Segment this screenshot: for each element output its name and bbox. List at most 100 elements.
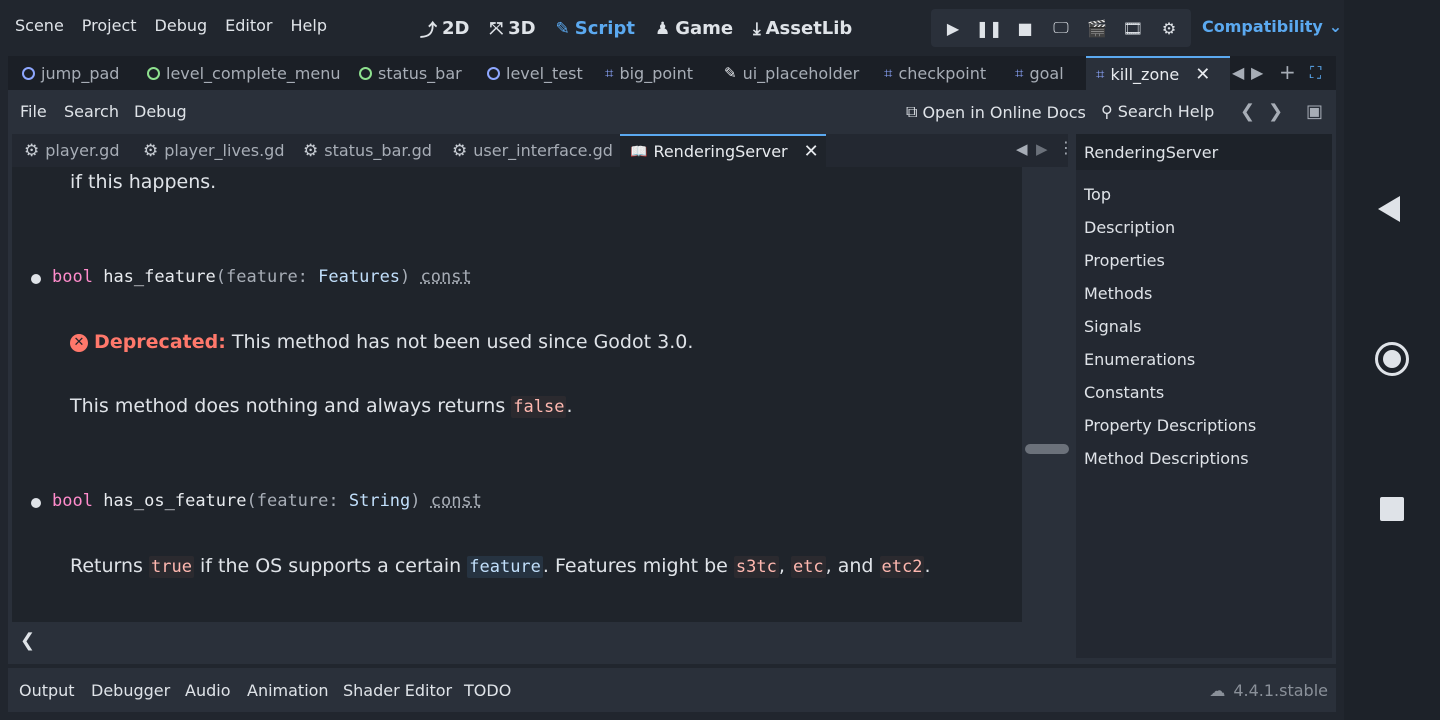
script-menu-search[interactable]: Search	[64, 102, 119, 121]
toggle-panel-icon[interactable]: ▣	[1306, 101, 1323, 122]
menu-project[interactable]: Project	[73, 14, 146, 37]
error-icon: ✕	[70, 334, 88, 352]
play-scene-icon[interactable]: 🎬	[1083, 19, 1111, 38]
method-name: has_os_feature	[103, 491, 247, 511]
scene-tab-status-bar[interactable]: status_bar	[359, 56, 462, 90]
gear-icon: ⚙	[452, 140, 468, 161]
inline-code: etc2	[879, 556, 925, 578]
const-qualifier: const	[430, 491, 482, 511]
assetlib-icon: ⤓	[753, 18, 761, 39]
bottom-tab-output[interactable]: Output	[19, 681, 75, 700]
param-type[interactable]: Features	[318, 267, 400, 287]
pause-icon[interactable]: ❚❚	[975, 19, 1003, 38]
script-tab-player-lives[interactable]: ⚙ player_lives.gd	[143, 134, 284, 167]
scene-tab-big-point[interactable]: ⌗ big_point	[605, 56, 693, 90]
renderer-select[interactable]: Compatibility ⌄	[1202, 17, 1342, 36]
scene-tab-ui-placeholder[interactable]: ✎ ui_placeholder	[724, 56, 859, 90]
scene-tab-goal[interactable]: ⌗ goal	[1015, 56, 1064, 90]
outline-item-methods[interactable]: Methods	[1084, 284, 1152, 303]
scene-tab-kill-zone[interactable]: ⌗ kill_zone ✕	[1086, 56, 1230, 90]
godot-logo-icon: ☁	[1209, 681, 1226, 700]
inline-code: true	[149, 556, 194, 578]
mode-assetlib-label: AssetLib	[765, 18, 853, 39]
outline-item-constants[interactable]: Constants	[1084, 383, 1164, 402]
outline-filter-field[interactable]: RenderingServer	[1076, 134, 1332, 170]
play-custom-scene-icon[interactable]: 🎞	[1119, 19, 1147, 38]
back-icon[interactable]	[1378, 196, 1400, 222]
version-indicator[interactable]: ☁ 4.4.1.stable	[1209, 681, 1328, 700]
mode-3d-label: 3D	[508, 18, 536, 39]
scene-tab-label: kill_zone	[1110, 64, 1180, 84]
menu-editor[interactable]: Editor	[216, 14, 281, 37]
distraction-free-icon[interactable]: ⛶	[1310, 63, 1321, 83]
script-tab-status-bar[interactable]: ⚙ status_bar.gd	[303, 134, 432, 167]
deprecated-note: ✕ Deprecated: This method has not been u…	[70, 331, 693, 353]
scene-tab-level-test[interactable]: level_test	[487, 56, 583, 90]
bottom-tab-debugger[interactable]: Debugger	[91, 681, 170, 700]
home-icon[interactable]	[1375, 342, 1409, 376]
outline-item-properties[interactable]: Properties	[1084, 251, 1165, 270]
mode-game-label: Game	[675, 18, 734, 39]
search-help-button[interactable]: ⚲ Search Help	[1101, 102, 1214, 121]
outline-item-top[interactable]: Top	[1084, 185, 1111, 204]
script-menu-file[interactable]: File	[20, 102, 47, 121]
script-menu-debug[interactable]: Debug	[134, 102, 187, 121]
movie-maker-icon[interactable]: ⚙	[1155, 19, 1183, 38]
nav-forward-icon[interactable]: ❯	[1268, 101, 1283, 122]
doc-text: if this happens.	[70, 171, 217, 193]
menu-scene[interactable]: Scene	[6, 14, 73, 37]
play-icon[interactable]: ▶	[939, 19, 967, 38]
script-tab-rendering-server[interactable]: 📖 RenderingServer ✕	[620, 134, 826, 167]
bottom-tab-animation[interactable]: Animation	[247, 681, 329, 700]
script-tab-label: RenderingServer	[653, 142, 788, 161]
param-type[interactable]: String	[349, 491, 410, 511]
script-tab-player[interactable]: ⚙ player.gd	[24, 134, 119, 167]
mode-3d-button[interactable]: ⤧ 3D	[481, 14, 543, 43]
scene-tabs: jump_pad level_complete_menu status_bar …	[8, 56, 1336, 90]
tab-scroll-right-icon[interactable]: ▶	[1251, 63, 1263, 82]
godot-editor: Scene Project Debug Editor Help ⤴ 2D ⤧ 3…	[0, 0, 1344, 720]
more-options-icon[interactable]: ⋮	[1058, 138, 1074, 157]
bottom-tab-audio[interactable]: Audio	[185, 681, 230, 700]
script-tab-user-interface[interactable]: ⚙ user_interface.gd	[452, 134, 613, 167]
toggle-scripts-panel-icon[interactable]: ❮	[20, 630, 35, 651]
tab-scroll-right-icon[interactable]: ▶	[1036, 140, 1048, 158]
stop-icon[interactable]: ■	[1011, 19, 1039, 38]
outline-item-property-descriptions[interactable]: Property Descriptions	[1084, 416, 1256, 435]
outline-item-method-descriptions[interactable]: Method Descriptions	[1084, 449, 1249, 468]
method-signature-has-feature[interactable]: bool has_feature(feature: Features) cons…	[52, 267, 472, 287]
bullet	[31, 498, 41, 508]
method-description: Returns true if the OS supports a certai…	[70, 555, 931, 578]
add-scene-icon[interactable]: +	[1279, 60, 1296, 84]
online-docs-button[interactable]: ⧉ Open in Online Docs	[906, 102, 1086, 122]
method-signature-has-os-feature[interactable]: bool has_os_feature(feature: String) con…	[52, 491, 482, 511]
scrollbar-thumb[interactable]	[1025, 444, 1069, 454]
mode-script-button[interactable]: ✎ Script	[548, 14, 643, 43]
scene-tab-level-complete-menu[interactable]: level_complete_menu	[147, 56, 341, 90]
tab-scroll-left-icon[interactable]: ◀	[1232, 63, 1244, 82]
doc-scrollbar[interactable]	[1022, 167, 1070, 622]
scene-tab-label: level_test	[506, 63, 583, 83]
bottom-tab-todo[interactable]: TODO	[464, 681, 511, 700]
nav-back-icon[interactable]: ❮	[1240, 101, 1255, 122]
remote-debug-icon[interactable]: 🖵	[1047, 18, 1075, 38]
game-icon: ♟	[654, 18, 671, 39]
return-type: bool	[52, 491, 93, 511]
menu-debug[interactable]: Debug	[146, 14, 217, 37]
close-icon[interactable]: ✕	[804, 141, 819, 162]
tab-scroll-left-icon[interactable]: ◀	[1016, 140, 1028, 158]
outline-item-signals[interactable]: Signals	[1084, 317, 1141, 336]
mode-game-button[interactable]: ♟ Game	[647, 14, 741, 43]
deprecated-label: Deprecated:	[94, 331, 226, 353]
menu-help[interactable]: Help	[282, 14, 336, 37]
scene-tab-checkpoint[interactable]: ⌗ checkpoint	[884, 56, 986, 90]
class-documentation: if this happens. bool has_feature(featur…	[12, 167, 1022, 622]
recents-icon[interactable]	[1380, 497, 1404, 521]
outline-item-description[interactable]: Description	[1084, 218, 1175, 237]
scene-tab-jump-pad[interactable]: jump_pad	[22, 56, 119, 90]
mode-assetlib-button[interactable]: ⤓ AssetLib	[745, 14, 860, 43]
close-icon[interactable]: ✕	[1195, 64, 1210, 85]
bottom-tab-shader-editor[interactable]: Shader Editor	[343, 681, 452, 700]
mode-2d-button[interactable]: ⤴ 2D	[412, 14, 477, 43]
outline-item-enumerations[interactable]: Enumerations	[1084, 350, 1195, 369]
